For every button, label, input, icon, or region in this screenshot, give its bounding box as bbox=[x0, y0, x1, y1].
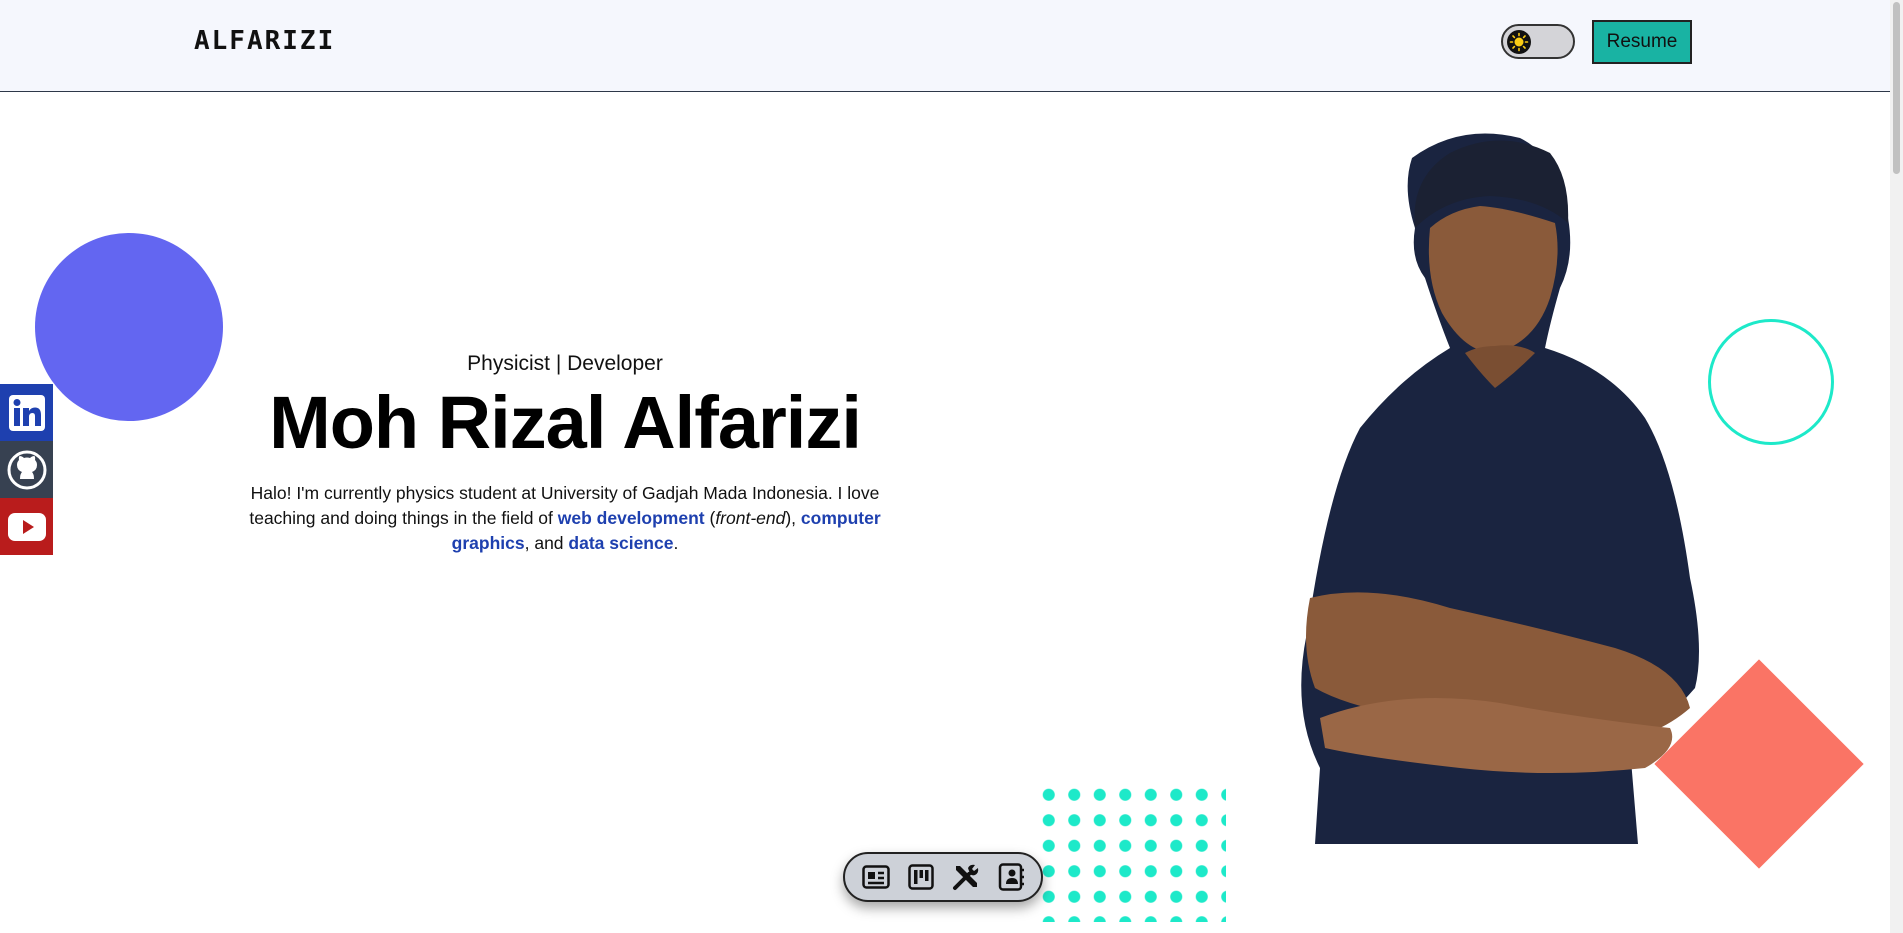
tools-icon bbox=[952, 864, 978, 890]
data-science-link[interactable]: data science bbox=[568, 533, 673, 553]
youtube-link[interactable] bbox=[0, 498, 53, 555]
dock-button-about[interactable] bbox=[859, 860, 893, 894]
hero-subtitle: Physicist | Developer bbox=[467, 352, 663, 375]
kanban-icon bbox=[907, 864, 934, 890]
resume-button[interactable]: Resume bbox=[1592, 20, 1692, 64]
linkedin-link[interactable] bbox=[0, 384, 53, 441]
social-links-sidebar bbox=[0, 384, 53, 555]
decorative-dot-grid bbox=[1036, 782, 1226, 922]
top-navbar: ALFARIZI Resume bbox=[0, 0, 1890, 92]
bio-text: . bbox=[673, 533, 679, 554]
linkedin-icon bbox=[8, 394, 45, 431]
bio-text: ( bbox=[704, 508, 716, 529]
youtube-icon bbox=[7, 512, 46, 541]
theme-toggle[interactable] bbox=[1501, 24, 1575, 59]
site-logo[interactable]: ALFARIZI bbox=[194, 26, 335, 56]
sun-icon bbox=[1507, 30, 1531, 54]
news-icon bbox=[861, 865, 890, 889]
page-scrollbar[interactable] bbox=[1890, 0, 1903, 933]
hero-bio: Halo! I'm currently physics student at U… bbox=[240, 481, 890, 556]
github-icon bbox=[7, 450, 46, 489]
bottom-navigation-dock bbox=[843, 852, 1043, 902]
decorative-blue-circle bbox=[35, 233, 223, 421]
dock-button-contact[interactable] bbox=[994, 860, 1028, 894]
github-link[interactable] bbox=[0, 441, 53, 498]
web-development-link[interactable]: web development bbox=[558, 508, 705, 528]
profile-photo bbox=[1301, 133, 1699, 844]
scrollbar-thumb[interactable] bbox=[1893, 2, 1900, 174]
bio-text: , and bbox=[524, 533, 569, 554]
contact-card-icon bbox=[998, 863, 1024, 891]
dock-button-projects[interactable] bbox=[904, 860, 938, 894]
hero-name-heading: Moh Rizal Alfarizi bbox=[269, 381, 862, 464]
bio-emphasis: front-end bbox=[715, 508, 786, 529]
bio-text: ), bbox=[785, 508, 801, 529]
dock-button-skills[interactable] bbox=[949, 860, 983, 894]
hero-section: Physicist | Developer Moh Rizal Alfarizi… bbox=[240, 352, 890, 556]
